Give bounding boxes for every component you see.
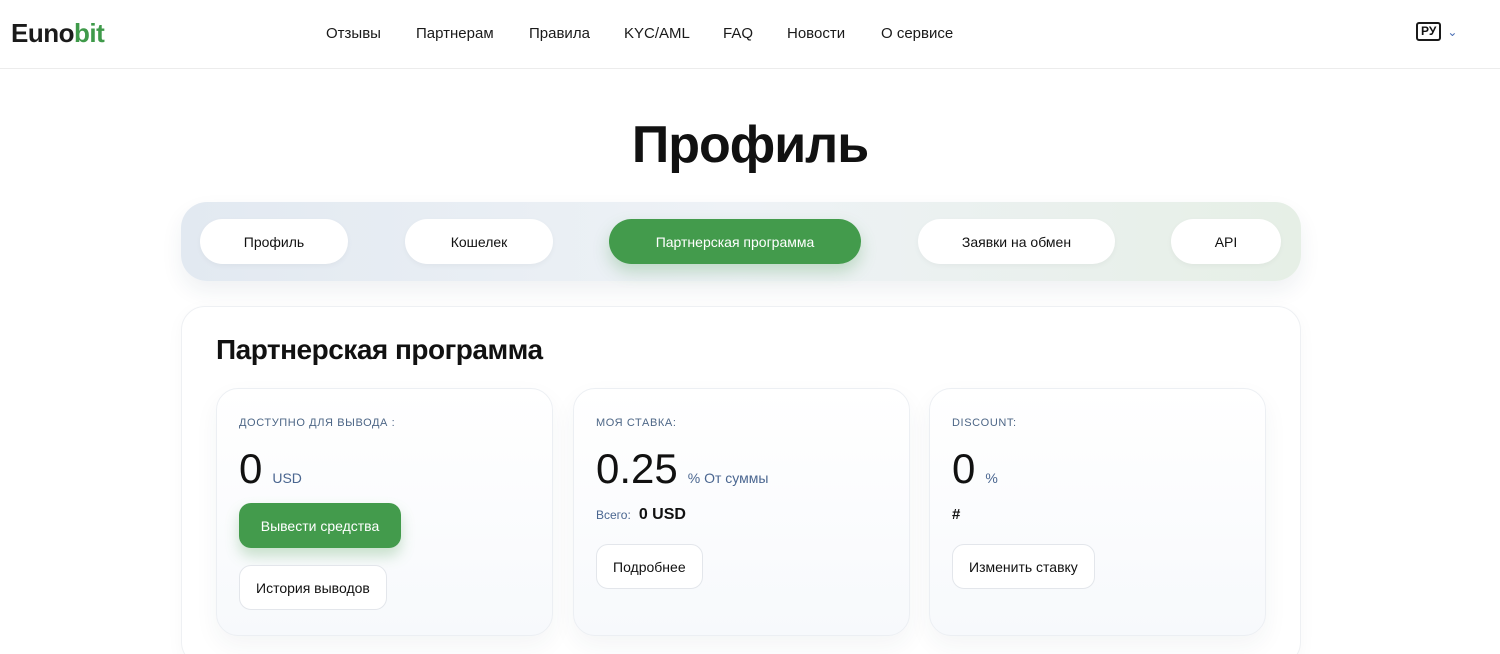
withdraw-button[interactable]: Вывести средства — [239, 503, 401, 548]
discount-value-row: 0 % — [952, 445, 998, 493]
rate-total-row: Всего: 0 USD — [596, 506, 686, 524]
tab-label: Профиль — [243, 233, 305, 250]
discount-amount: 0 — [952, 445, 976, 492]
details-button-label: Подробнее — [613, 558, 686, 575]
tab-wallet[interactable]: Кошелек — [405, 219, 553, 264]
nav-kyc-aml[interactable]: KYC/AML — [624, 25, 690, 42]
nav-partners[interactable]: Партнерам — [416, 25, 494, 42]
available-currency: USD — [272, 470, 302, 486]
tab-partner-program[interactable]: Партнерская программа — [609, 219, 861, 264]
tab-label: API — [1214, 233, 1238, 250]
rate-value-row: 0.25 % От суммы — [596, 445, 768, 493]
details-button[interactable]: Подробнее — [596, 544, 703, 589]
rate-amount: 0.25 — [596, 445, 678, 492]
change-rate-label: Изменить ставку — [969, 558, 1078, 575]
tab-profile[interactable]: Профиль — [200, 219, 348, 264]
logo[interactable]: Eunobit — [11, 18, 105, 49]
discount-hash: # — [952, 506, 961, 523]
language-badge: РУ — [1416, 22, 1442, 41]
rate-card: Моя ставка: 0.25 % От суммы Всего: 0 USD… — [573, 388, 910, 636]
available-value-row: 0 USD — [239, 445, 302, 493]
discount-card: Discount: 0 % # Изменить ставку — [929, 388, 1266, 636]
nav-about[interactable]: О сервисе — [881, 25, 953, 42]
top-header: Eunobit Отзывы Партнерам Правила KYC/AML… — [0, 0, 1500, 69]
discount-label: Discount: — [952, 417, 1017, 429]
chevron-down-icon: ⌄ — [1447, 24, 1458, 39]
available-label: доступно для вывода : — [239, 417, 396, 429]
section-title: Партнерская программа — [216, 334, 543, 365]
nav-faq[interactable]: FAQ — [723, 25, 753, 42]
available-amount: 0 — [239, 445, 263, 492]
tab-exchange-requests[interactable]: Заявки на обмен — [918, 219, 1115, 264]
tab-api[interactable]: API — [1171, 219, 1281, 264]
withdraw-button-label: Вывести средства — [260, 517, 380, 534]
discount-unit: % — [985, 470, 998, 486]
withdrawal-history-button[interactable]: История выводов — [239, 565, 387, 610]
total-value: 0 USD — [638, 506, 686, 523]
language-selector[interactable]: РУ ⌄ — [1416, 22, 1457, 41]
rate-label: Моя ставка: — [596, 417, 677, 429]
tab-label: Кошелек — [450, 233, 508, 250]
change-rate-button[interactable]: Изменить ставку — [952, 544, 1095, 589]
total-label: Всего: — [596, 508, 631, 522]
nav-news[interactable]: Новости — [787, 25, 845, 42]
nav-reviews[interactable]: Отзывы — [326, 25, 381, 42]
rate-unit: % От суммы — [687, 470, 769, 486]
logo-text-part1: Euno — [11, 18, 75, 48]
tab-label: Заявки на обмен — [961, 233, 1072, 250]
page-title: Профиль — [631, 116, 869, 174]
profile-tabs: Профиль Кошелек Партнерская программа За… — [181, 202, 1301, 281]
withdrawal-history-label: История выводов — [256, 579, 370, 596]
tab-label: Партнерская программа — [655, 233, 815, 250]
available-balance-card: доступно для вывода : 0 USD Вывести сред… — [216, 388, 553, 636]
logo-text-part2: bit — [74, 18, 105, 48]
nav-rules[interactable]: Правила — [529, 25, 590, 42]
